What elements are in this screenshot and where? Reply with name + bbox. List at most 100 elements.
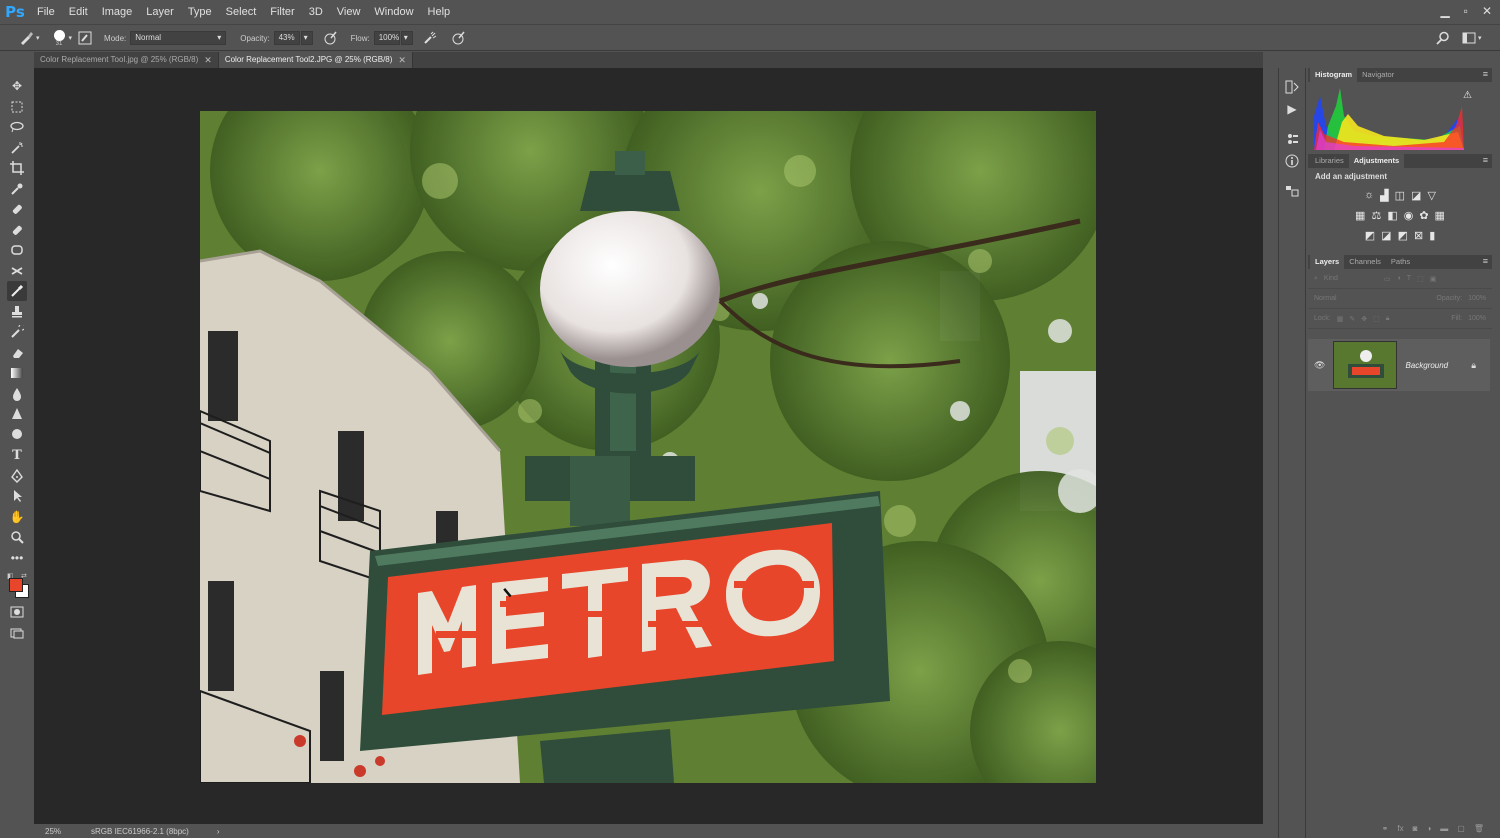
lock-all-icon[interactable]: 🔒︎ xyxy=(1386,315,1390,323)
vibrance-icon[interactable]: ▽ xyxy=(1427,189,1435,202)
glyphs-panel-icon[interactable] xyxy=(1282,180,1302,202)
layer-name[interactable]: Background xyxy=(1405,361,1448,370)
tab-adjustments[interactable]: Adjustments xyxy=(1348,154,1405,168)
dodge-tool-icon[interactable] xyxy=(7,425,27,445)
chevron-down-icon[interactable]: ▾ xyxy=(1478,28,1482,48)
healing-brush-icon[interactable] xyxy=(7,199,27,219)
menu-view[interactable]: View xyxy=(330,0,368,25)
lock-pixels-icon[interactable]: ✎ xyxy=(1349,315,1355,323)
levels-icon[interactable]: ▟ xyxy=(1380,189,1388,202)
screen-mode-icon[interactable] xyxy=(7,623,27,643)
tab-paths[interactable]: Paths xyxy=(1386,255,1415,269)
history-panel-icon[interactable] xyxy=(1282,76,1302,98)
chevron-down-icon[interactable]: ▾ xyxy=(36,28,40,48)
magic-wand-icon[interactable] xyxy=(7,138,27,158)
sharpen-tool-icon[interactable] xyxy=(7,404,27,424)
panel-menu-icon[interactable]: ≡ xyxy=(1483,69,1488,79)
hand-tool-icon[interactable]: ✋ xyxy=(7,507,27,527)
airbrush-icon[interactable] xyxy=(423,28,437,48)
gradient-tool-icon[interactable] xyxy=(7,363,27,383)
pressure-size-icon[interactable] xyxy=(451,28,465,48)
blur-tool-icon[interactable] xyxy=(7,384,27,404)
more-tools-icon[interactable]: ••• xyxy=(7,548,27,568)
photo-filter-icon[interactable]: ◉ xyxy=(1404,209,1414,222)
blend-mode-select[interactable]: Normal xyxy=(1314,295,1337,302)
menu-window[interactable]: Window xyxy=(367,0,420,25)
menu-image[interactable]: Image xyxy=(95,0,140,25)
minimize-icon[interactable]: ▁ xyxy=(1440,4,1449,18)
opacity-input[interactable]: 43% xyxy=(273,31,300,45)
path-selection-icon[interactable] xyxy=(7,486,27,506)
maximize-icon[interactable]: ▫ xyxy=(1464,4,1468,18)
layer-opacity-value[interactable]: 100% xyxy=(1468,295,1486,302)
eraser-icon[interactable] xyxy=(7,343,27,363)
menu-select[interactable]: Select xyxy=(219,0,264,25)
new-adjustment-icon[interactable]: ◑ xyxy=(1426,824,1431,836)
link-layers-icon[interactable]: ⚭ xyxy=(1382,824,1389,836)
menu-3d[interactable]: 3D xyxy=(302,0,330,25)
channel-mixer-icon[interactable]: ✿ xyxy=(1419,209,1428,222)
flow-input[interactable]: 100% xyxy=(373,31,400,45)
curves-icon[interactable]: ◫ xyxy=(1395,189,1405,202)
search-icon[interactable] xyxy=(1436,28,1450,48)
flow-dropdown[interactable]: ▾ xyxy=(400,31,413,45)
gradient-map-icon[interactable]: ▮ xyxy=(1429,229,1435,242)
eyedropper-icon[interactable] xyxy=(7,179,27,199)
crop-tool-icon[interactable] xyxy=(7,158,27,178)
hue-saturation-icon[interactable]: ▦ xyxy=(1355,209,1365,222)
lock-position-icon[interactable]: ✥ xyxy=(1361,315,1367,323)
art-history-brush-icon[interactable] xyxy=(7,322,27,342)
brush-size-picker[interactable]: 31 xyxy=(53,28,65,48)
invert-icon[interactable]: ◩ xyxy=(1365,229,1375,242)
filter-pixel-icon[interactable]: ▭ xyxy=(1384,275,1391,283)
menu-layer[interactable]: Layer xyxy=(139,0,181,25)
move-tool-icon[interactable]: ✥ xyxy=(7,76,27,96)
foreground-color-swatch[interactable] xyxy=(9,578,23,592)
brush-panel-icon[interactable] xyxy=(78,28,92,48)
close-icon[interactable]: ✕ xyxy=(398,52,406,68)
menu-help[interactable]: Help xyxy=(421,0,458,25)
opacity-dropdown[interactable]: ▾ xyxy=(300,31,313,45)
pen-tool-icon[interactable] xyxy=(7,466,27,486)
threshold-icon[interactable]: ◩ xyxy=(1398,229,1408,242)
lock-transparent-icon[interactable]: ▦ xyxy=(1337,315,1344,323)
new-group-icon[interactable]: ▬ xyxy=(1440,824,1448,836)
menu-edit[interactable]: Edit xyxy=(62,0,95,25)
filter-shape-icon[interactable]: ⬚ xyxy=(1417,275,1424,283)
info-icon[interactable] xyxy=(1282,150,1302,172)
color-balance-icon[interactable]: ⚖ xyxy=(1371,209,1381,222)
exposure-icon[interactable]: ◪ xyxy=(1411,189,1421,202)
lasso-tool-icon[interactable] xyxy=(7,117,27,137)
tab-color-replacement-tool[interactable]: Color Replacement Tool.jpg @ 25% (RGB/8)… xyxy=(34,52,219,68)
layer-style-icon[interactable]: fx xyxy=(1397,824,1403,836)
fill-value[interactable]: 100% xyxy=(1468,315,1486,322)
visibility-eye-icon[interactable]: 👁︎ xyxy=(1314,360,1325,371)
status-menu-arrow[interactable]: › xyxy=(217,827,220,836)
panel-menu-icon[interactable]: ≡ xyxy=(1483,256,1488,266)
canvas-area[interactable] xyxy=(34,68,1263,824)
chevron-down-icon[interactable]: ▾ xyxy=(69,28,73,48)
quick-mask-icon[interactable] xyxy=(7,602,27,622)
new-layer-icon[interactable]: ▢ xyxy=(1457,824,1465,836)
clone-stamp-icon[interactable] xyxy=(7,240,27,260)
zoom-tool-icon[interactable] xyxy=(7,527,27,547)
color-lookup-icon[interactable]: ▦ xyxy=(1435,209,1445,222)
brush-tool-preset-icon[interactable] xyxy=(18,28,34,48)
tab-libraries[interactable]: Libraries xyxy=(1310,154,1349,168)
posterize-icon[interactable]: ◪ xyxy=(1381,229,1391,242)
menu-type[interactable]: Type xyxy=(181,0,219,25)
brush-tool-icon[interactable] xyxy=(7,220,27,240)
color-swatches[interactable]: ◧ ⇄ xyxy=(4,572,30,598)
selective-color-icon[interactable]: ⊠ xyxy=(1414,229,1423,242)
history-brush-icon[interactable] xyxy=(7,261,27,281)
marquee-tool-icon[interactable] xyxy=(7,97,27,117)
warning-icon[interactable]: ⚠ xyxy=(1463,90,1472,101)
metro-sign-image[interactable] xyxy=(200,111,1096,783)
brightness-contrast-icon[interactable]: ☼ xyxy=(1364,189,1374,201)
filter-adjustment-icon[interactable]: ◑ xyxy=(1397,275,1401,282)
mode-select[interactable]: Normal ▾ xyxy=(130,31,227,45)
close-icon[interactable]: ✕ xyxy=(1482,4,1492,18)
kind-filter-select[interactable]: Kind xyxy=(1324,275,1338,282)
actions-play-icon[interactable]: ▶ xyxy=(1282,98,1302,120)
tab-histogram[interactable]: Histogram xyxy=(1310,68,1358,82)
